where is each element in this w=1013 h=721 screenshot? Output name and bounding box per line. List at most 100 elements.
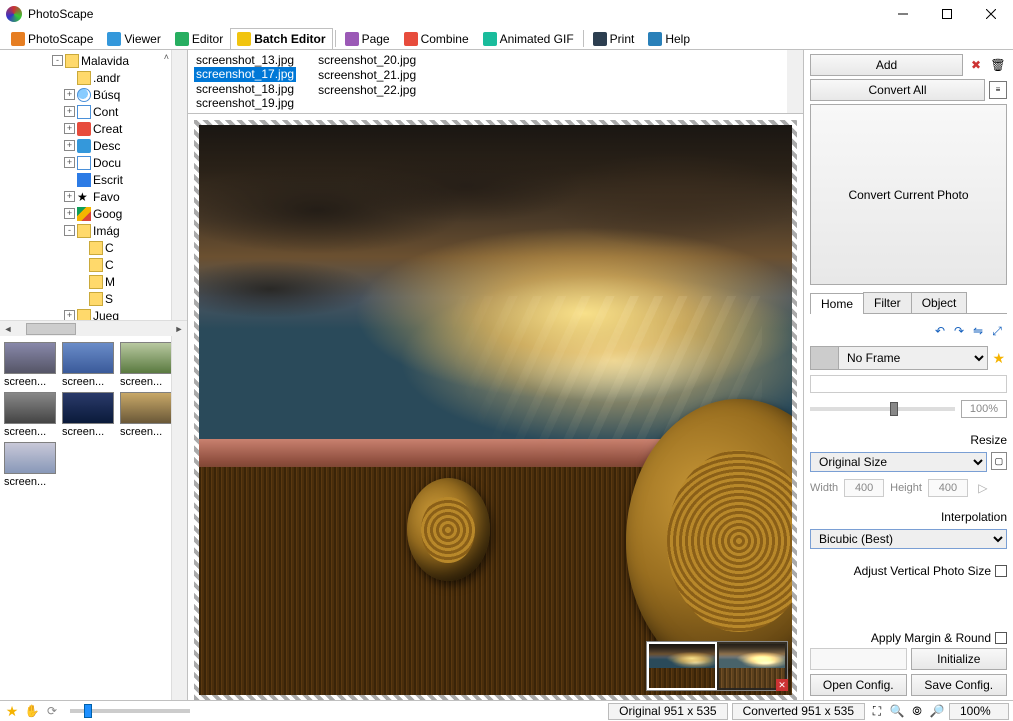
initialize-button[interactable]: Initialize: [911, 648, 1008, 670]
thumbnail[interactable]: screen...: [4, 392, 56, 438]
tree-node[interactable]: +Jueg: [0, 307, 187, 320]
save-config-button[interactable]: Save Config.: [911, 674, 1008, 696]
tab-combine[interactable]: Combine: [397, 28, 476, 49]
thumbnail[interactable]: screen...: [4, 442, 56, 488]
opacity-value[interactable]: [961, 400, 1007, 418]
tab-page[interactable]: Page: [338, 28, 397, 49]
favorite-star-icon[interactable]: ★: [990, 350, 1007, 367]
thumbnail[interactable]: screen...: [120, 392, 172, 438]
fit-screen-icon[interactable]: ⛶: [869, 703, 885, 719]
tab-photoscape[interactable]: PhotoScape: [4, 28, 100, 49]
tree-node[interactable]: C: [0, 239, 187, 256]
tab-help[interactable]: Help: [641, 28, 697, 49]
status-rotate-icon[interactable]: ⟳: [44, 703, 60, 719]
tree-expander[interactable]: +: [64, 140, 75, 151]
height-input[interactable]: [928, 479, 968, 497]
tree-expander[interactable]: +: [64, 208, 75, 219]
tree-node[interactable]: +Goog: [0, 205, 187, 222]
tree-node[interactable]: +Cont: [0, 103, 187, 120]
dimensions-play-icon[interactable]: ▷: [974, 479, 992, 497]
maximize-button[interactable]: [925, 0, 969, 28]
hscroll-thumb[interactable]: [26, 323, 76, 335]
status-star-icon[interactable]: ★: [4, 703, 20, 719]
add-button[interactable]: Add: [810, 54, 963, 76]
thumbs-scrollbar[interactable]: [171, 336, 187, 700]
undo-icon[interactable]: ↶: [932, 323, 948, 339]
close-preview-icon[interactable]: ✕: [776, 679, 788, 691]
tree-scrollbar[interactable]: [171, 50, 187, 320]
actual-size-icon[interactable]: ⦾: [909, 703, 925, 719]
tab-animated-gif[interactable]: Animated GIF: [476, 28, 581, 49]
tree-node[interactable]: S: [0, 290, 187, 307]
redo-icon[interactable]: ↷: [951, 323, 967, 339]
zoom-in-icon[interactable]: 🔎: [929, 703, 945, 719]
close-button[interactable]: [969, 0, 1013, 28]
tree-node[interactable]: +Búsq: [0, 86, 187, 103]
options-tab-filter[interactable]: Filter: [863, 292, 912, 313]
filelist-scrollbar[interactable]: [787, 50, 803, 113]
thumbnail[interactable]: screen...: [120, 342, 172, 388]
zoom-out-icon[interactable]: 🔍: [889, 703, 905, 719]
interpolation-dropdown[interactable]: Bicubic (Best): [810, 529, 1007, 549]
file-item[interactable]: screenshot_21.jpg: [316, 68, 418, 83]
opacity-slider[interactable]: [810, 407, 955, 411]
file-item[interactable]: screenshot_17.jpg: [194, 67, 296, 81]
thumbnail[interactable]: screen...: [4, 342, 56, 388]
options-tab-home[interactable]: Home: [810, 293, 864, 314]
margin-round-checkbox[interactable]: [995, 632, 1007, 644]
remove-icon[interactable]: ✖: [967, 56, 985, 74]
tree-hscroll[interactable]: ◄ ►: [0, 320, 187, 336]
tree-expander[interactable]: -: [64, 225, 75, 236]
tab-print[interactable]: Print: [586, 28, 642, 49]
thumbnail[interactable]: screen...: [62, 342, 114, 388]
file-item[interactable]: screenshot_22.jpg: [316, 83, 418, 98]
tree-node[interactable]: -Malavida: [0, 52, 187, 69]
flip-v-icon[interactable]: ⤢: [989, 323, 1005, 339]
flip-h-icon[interactable]: ⇋: [970, 323, 986, 339]
folder-tree[interactable]: -Malavida.andr+Búsq+Cont+Creat+Desc+Docu…: [0, 50, 187, 320]
tree-node[interactable]: +Docu: [0, 154, 187, 171]
resize-lock-icon[interactable]: ▢: [991, 452, 1007, 470]
tree-node[interactable]: .andr: [0, 69, 187, 86]
tree-node[interactable]: +Creat: [0, 120, 187, 137]
scroll-left-icon[interactable]: ◄: [0, 321, 16, 337]
tree-expander[interactable]: -: [52, 55, 63, 66]
photo-canvas[interactable]: ✕: [194, 120, 797, 700]
slider-thumb[interactable]: [890, 402, 898, 416]
tree-expander[interactable]: +: [64, 106, 75, 117]
tree-node[interactable]: +★Favo: [0, 188, 187, 205]
zoom-slider[interactable]: [70, 709, 190, 713]
tree-expander[interactable]: +: [64, 310, 75, 320]
tree-node[interactable]: +Desc: [0, 137, 187, 154]
preview-before[interactable]: [647, 642, 717, 690]
list-icon[interactable]: ≡: [989, 81, 1007, 99]
file-item[interactable]: screenshot_19.jpg: [194, 96, 296, 110]
tree-node[interactable]: C: [0, 256, 187, 273]
open-config-button[interactable]: Open Config.: [810, 674, 907, 696]
trash-icon[interactable]: 🗑: [989, 56, 1007, 74]
convert-all-button[interactable]: Convert All: [810, 79, 985, 101]
thumbnail[interactable]: screen...: [62, 392, 114, 438]
tree-node[interactable]: -Imág: [0, 222, 187, 239]
tree-expander[interactable]: +: [64, 157, 75, 168]
zoom-thumb[interactable]: [84, 704, 92, 718]
tab-editor[interactable]: Editor: [168, 28, 230, 49]
convert-current-button[interactable]: Convert Current Photo: [810, 104, 1007, 285]
tab-batch-editor[interactable]: Batch Editor: [230, 28, 332, 49]
options-tab-object[interactable]: Object: [911, 292, 968, 313]
frame-select[interactable]: No Frame: [810, 346, 988, 370]
file-item[interactable]: screenshot_13.jpg: [194, 53, 296, 67]
resize-mode-dropdown[interactable]: Original Size: [810, 452, 987, 472]
adjust-vertical-checkbox[interactable]: [995, 565, 1007, 577]
file-item[interactable]: screenshot_18.jpg: [194, 82, 296, 96]
width-input[interactable]: [844, 479, 884, 497]
tree-node[interactable]: Escrit: [0, 171, 187, 188]
status-hand-icon[interactable]: ✋: [24, 703, 40, 719]
tree-expander[interactable]: +: [64, 123, 75, 134]
frame-dropdown[interactable]: No Frame: [839, 347, 987, 369]
tree-expander[interactable]: +: [64, 191, 75, 202]
tab-viewer[interactable]: Viewer: [100, 28, 167, 49]
scroll-up-icon[interactable]: ˄: [164, 52, 169, 62]
tree-expander[interactable]: +: [64, 89, 75, 100]
minimize-button[interactable]: [881, 0, 925, 28]
